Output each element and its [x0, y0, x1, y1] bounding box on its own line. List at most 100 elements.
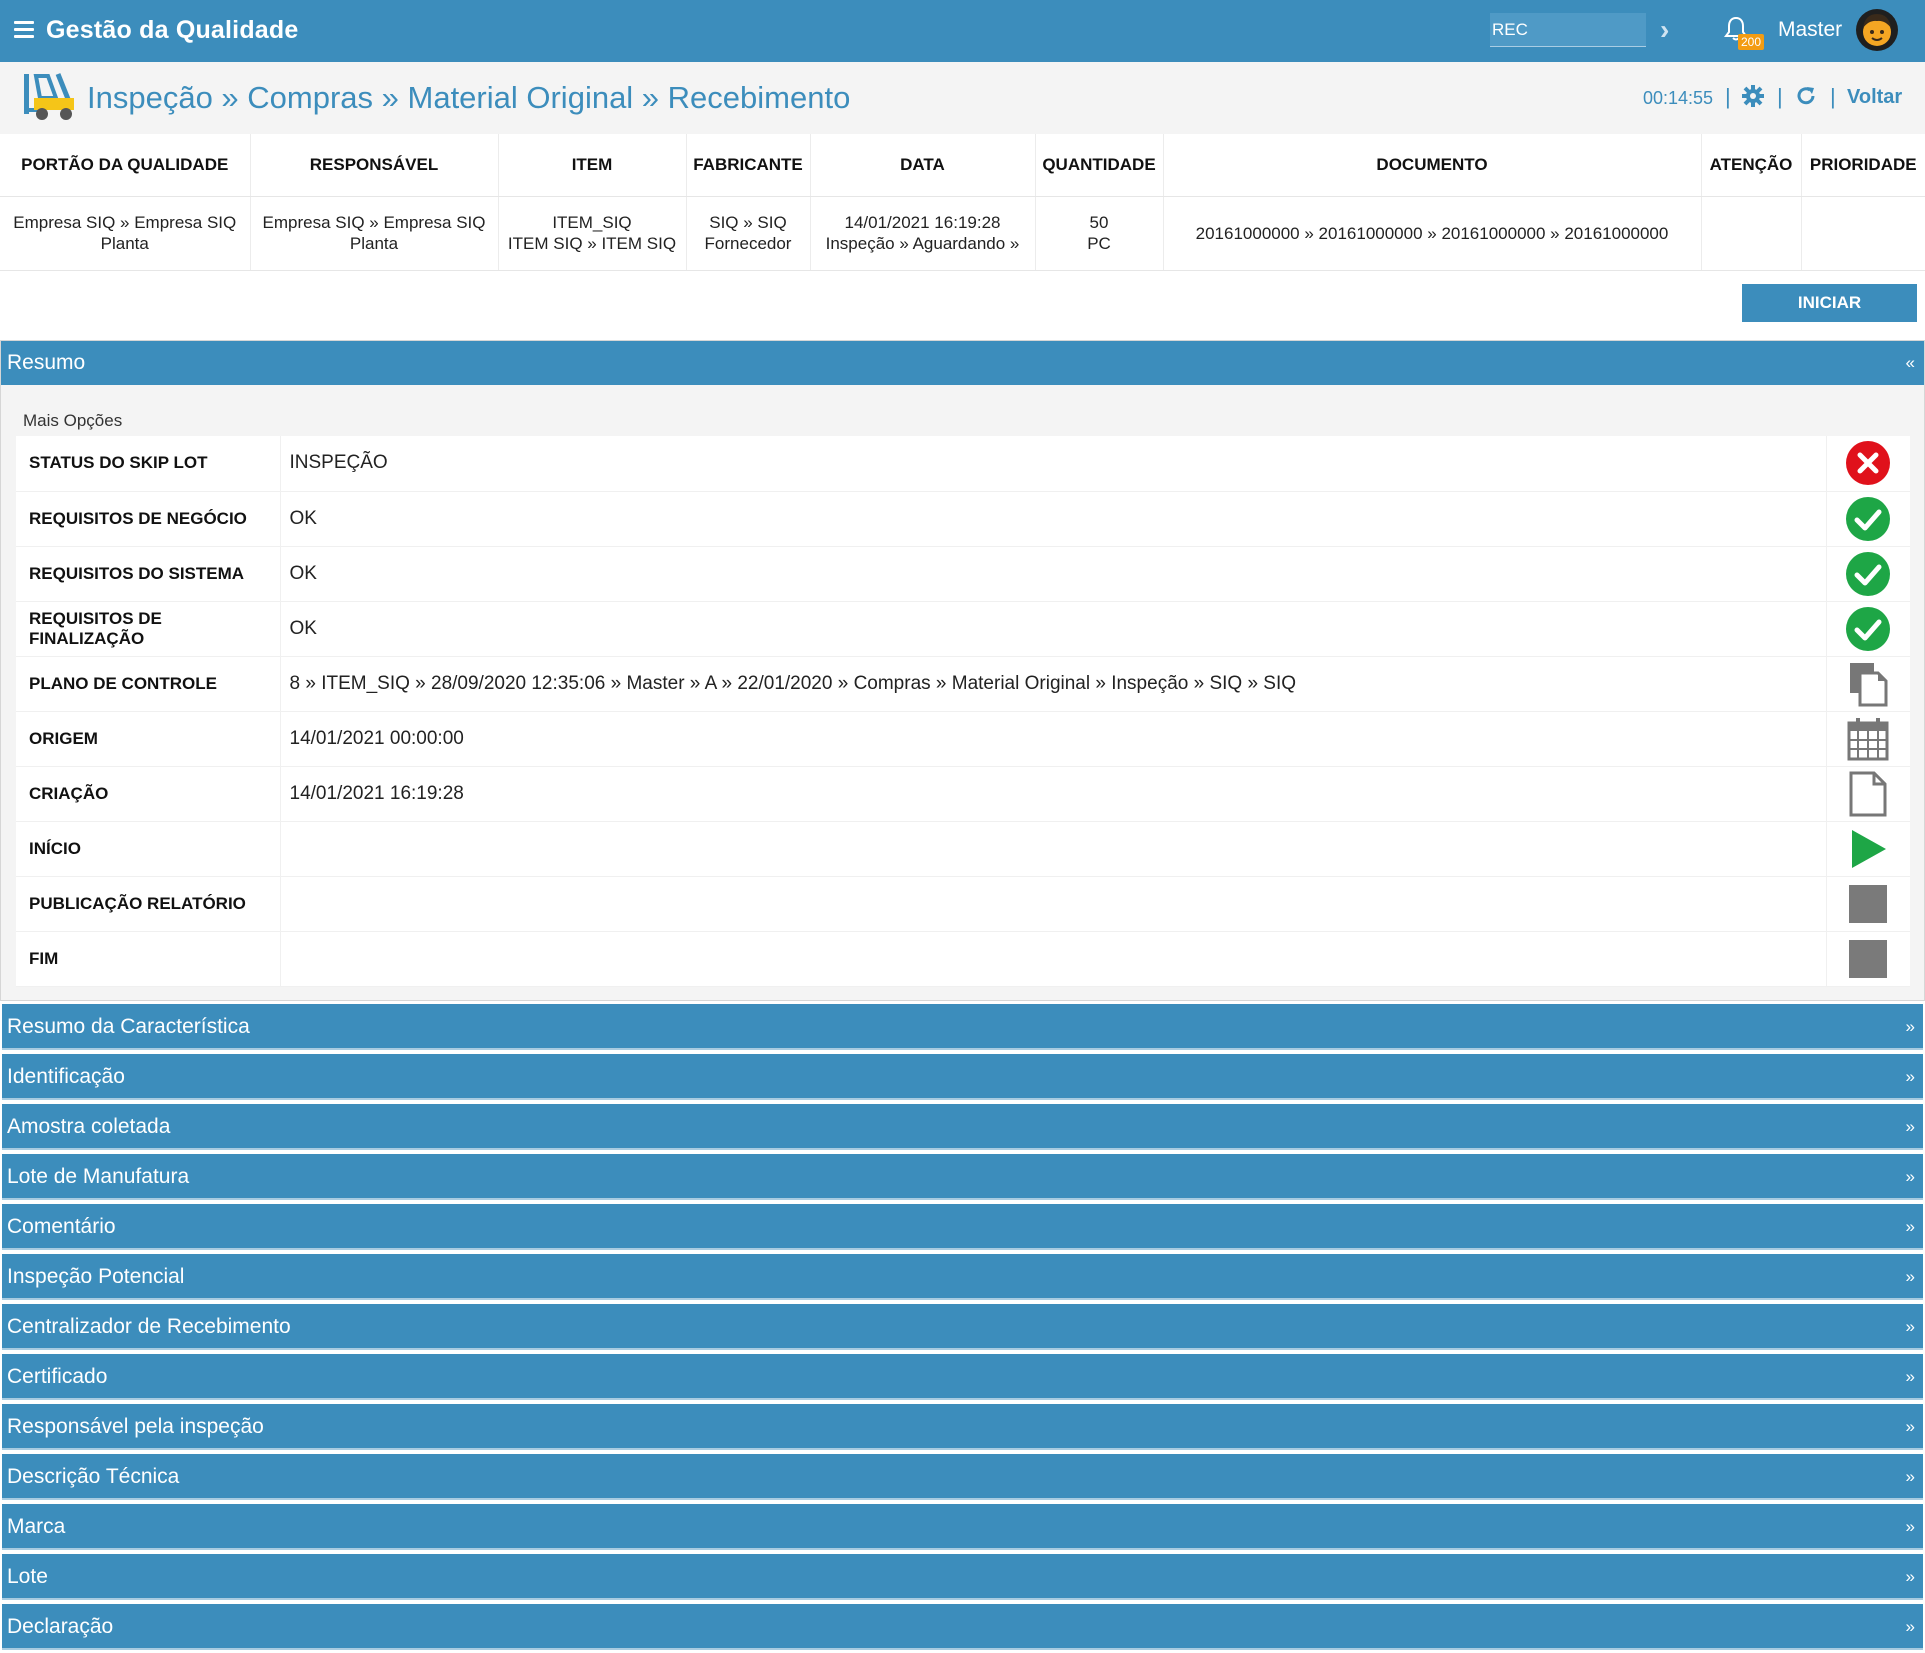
play-icon[interactable]: [1848, 828, 1888, 870]
expand-icon[interactable]: »: [1906, 1504, 1915, 1550]
copy-icon[interactable]: [1846, 661, 1890, 707]
panel-title: Amostra coletada: [7, 1115, 171, 1138]
cell-line: Inspeção » Aguardando »: [825, 234, 1020, 253]
expand-icon[interactable]: »: [1906, 1304, 1915, 1350]
column-header[interactable]: DOCUMENTO: [1163, 134, 1702, 197]
collapse-icon[interactable]: «: [1906, 341, 1915, 385]
cell-item: ITEM_SIQ ITEM SIQ » ITEM SIQ: [498, 196, 687, 271]
stop-icon[interactable]: [1849, 939, 1888, 978]
breadcrumb-bar: Inspeção » Compras » Material Original »…: [0, 62, 1925, 134]
check-circle-icon: [1846, 606, 1891, 651]
panel-descricao-tecnica[interactable]: Descrição Técnica »: [2, 1454, 1923, 1500]
action-icon-cell[interactable]: [1825, 931, 1910, 987]
cell-data: 14/01/2021 16:19:28 Inspeção » Aguardando…: [810, 196, 1036, 271]
panel-title: Certificado: [7, 1365, 108, 1388]
cell-line: 50: [1089, 213, 1109, 232]
refresh-icon[interactable]: [1794, 84, 1818, 108]
panel-title: Lote de Manufatura: [7, 1165, 190, 1188]
menu-icon[interactable]: [14, 21, 34, 39]
search-input[interactable]: [1490, 13, 1646, 47]
column-header[interactable]: FABRICANTE: [686, 134, 811, 197]
column-header[interactable]: PORTÃO DA QUALIDADE: [0, 134, 251, 197]
row-value: [280, 821, 1826, 877]
panel-amostra-coletada[interactable]: Amostra coletada »: [2, 1104, 1923, 1150]
calendar-icon[interactable]: [1847, 717, 1889, 761]
chevron-right-icon[interactable]: ›: [1660, 14, 1669, 46]
row-value: OK: [280, 546, 1826, 602]
row-value: 14/01/2021 00:00:00: [280, 711, 1826, 767]
cell-documento: 20161000000 » 20161000000 » 20161000000 …: [1163, 196, 1702, 271]
expand-icon[interactable]: »: [1906, 1554, 1915, 1600]
row-label: PLANO DE CONTROLE: [16, 656, 281, 712]
summary-row: PLANO DE CONTROLE 8 » ITEM_SIQ » 28/09/2…: [16, 656, 1910, 712]
column-header[interactable]: ITEM: [498, 134, 687, 197]
document-icon[interactable]: [1848, 771, 1888, 817]
panel-certificado[interactable]: Certificado »: [2, 1354, 1923, 1400]
expand-icon[interactable]: »: [1906, 1104, 1915, 1150]
column-header[interactable]: QUANTIDADE: [1035, 134, 1164, 197]
expand-icon[interactable]: »: [1906, 1004, 1915, 1050]
cell-line: PC: [1087, 234, 1111, 253]
summary-table: STATUS DO SKIP LOT INSPEÇÃO REQUISITOS D…: [16, 436, 1910, 987]
back-link[interactable]: Voltar: [1847, 86, 1902, 109]
expand-icon[interactable]: »: [1906, 1354, 1915, 1400]
panel-declaracao[interactable]: Declaração »: [2, 1604, 1923, 1650]
row-label: STATUS DO SKIP LOT: [16, 436, 281, 492]
cell-prioridade: [1801, 196, 1925, 271]
action-icon-cell[interactable]: [1825, 766, 1910, 822]
table-row[interactable]: Empresa SIQ » Empresa SIQ Planta Empresa …: [0, 196, 1925, 271]
column-header[interactable]: RESPONSÁVEL: [250, 134, 499, 197]
summary-row: ORIGEM 14/01/2021 00:00:00: [16, 711, 1910, 767]
action-icon-cell[interactable]: [1825, 821, 1910, 877]
panel-title: Identificação: [7, 1065, 125, 1088]
expand-icon[interactable]: »: [1906, 1254, 1915, 1300]
cell-quantidade: 50 PC: [1035, 196, 1164, 271]
panel-marca[interactable]: Marca »: [2, 1504, 1923, 1550]
cell-line: Fornecedor: [704, 234, 792, 253]
panel-title: Marca: [7, 1515, 66, 1538]
summary-row: PUBLICAÇÃO RELATÓRIO: [16, 876, 1910, 932]
start-button[interactable]: INICIAR: [1742, 284, 1917, 322]
column-header[interactable]: PRIORIDADE: [1801, 134, 1925, 197]
expand-icon[interactable]: »: [1906, 1054, 1915, 1100]
stop-icon[interactable]: [1849, 884, 1888, 923]
status-icon-cell: [1825, 546, 1910, 602]
expand-icon[interactable]: »: [1906, 1604, 1915, 1650]
panel-title: Resumo: [7, 351, 86, 374]
expand-icon[interactable]: »: [1906, 1454, 1915, 1500]
panel-responsavel-inspecao[interactable]: Responsável pela inspeção »: [2, 1404, 1923, 1450]
expand-icon[interactable]: »: [1906, 1204, 1915, 1250]
row-label: ORIGEM: [16, 711, 281, 767]
action-icon-cell[interactable]: [1825, 876, 1910, 932]
avatar[interactable]: [1855, 8, 1899, 52]
panel-title: Descrição Técnica: [7, 1465, 180, 1488]
cell-line: Planta: [349, 234, 399, 253]
panel-centralizador-recebimento[interactable]: Centralizador de Recebimento »: [2, 1304, 1923, 1350]
expand-icon[interactable]: »: [1906, 1404, 1915, 1450]
panel-resumo-caracteristica[interactable]: Resumo da Característica »: [2, 1004, 1923, 1050]
panel-lote[interactable]: Lote »: [2, 1554, 1923, 1600]
column-header[interactable]: DATA: [810, 134, 1036, 197]
row-label: PUBLICAÇÃO RELATÓRIO: [16, 876, 281, 932]
panel-identificacao[interactable]: Identificação »: [2, 1054, 1923, 1100]
gear-icon[interactable]: [1741, 84, 1765, 108]
control-plan-value[interactable]: 8 » ITEM_SIQ » 28/09/2020 12:35:06 » Mas…: [280, 656, 1826, 712]
cell-line: 14/01/2021 16:19:28: [844, 213, 1001, 232]
inspection-header-table: PORTÃO DA QUALIDADE RESPONSÁVEL ITEM FAB…: [0, 134, 1925, 271]
cell-line: SIQ » SIQ: [709, 213, 787, 232]
action-icon-cell[interactable]: [1825, 656, 1910, 712]
forklift-icon: [24, 73, 74, 120]
action-icon-cell[interactable]: [1825, 711, 1910, 767]
row-label: REQUISITOS DE FINALIZAÇÃO: [16, 601, 281, 657]
panel-comentario[interactable]: Comentário »: [2, 1204, 1923, 1250]
panel-inspecao-potencial[interactable]: Inspeção Potencial »: [2, 1254, 1923, 1300]
user-name[interactable]: Master: [1778, 18, 1842, 42]
column-header[interactable]: ATENÇÃO: [1701, 134, 1802, 197]
more-options-label[interactable]: Mais Opções: [23, 411, 122, 431]
top-navbar: Gestão da Qualidade › 200 Master: [0, 0, 1925, 62]
app-title: Gestão da Qualidade: [46, 16, 299, 44]
resumo-panel-header[interactable]: Resumo «: [1, 341, 1924, 385]
row-value: [280, 876, 1826, 932]
expand-icon[interactable]: »: [1906, 1154, 1915, 1200]
panel-lote-manufatura[interactable]: Lote de Manufatura »: [2, 1154, 1923, 1200]
